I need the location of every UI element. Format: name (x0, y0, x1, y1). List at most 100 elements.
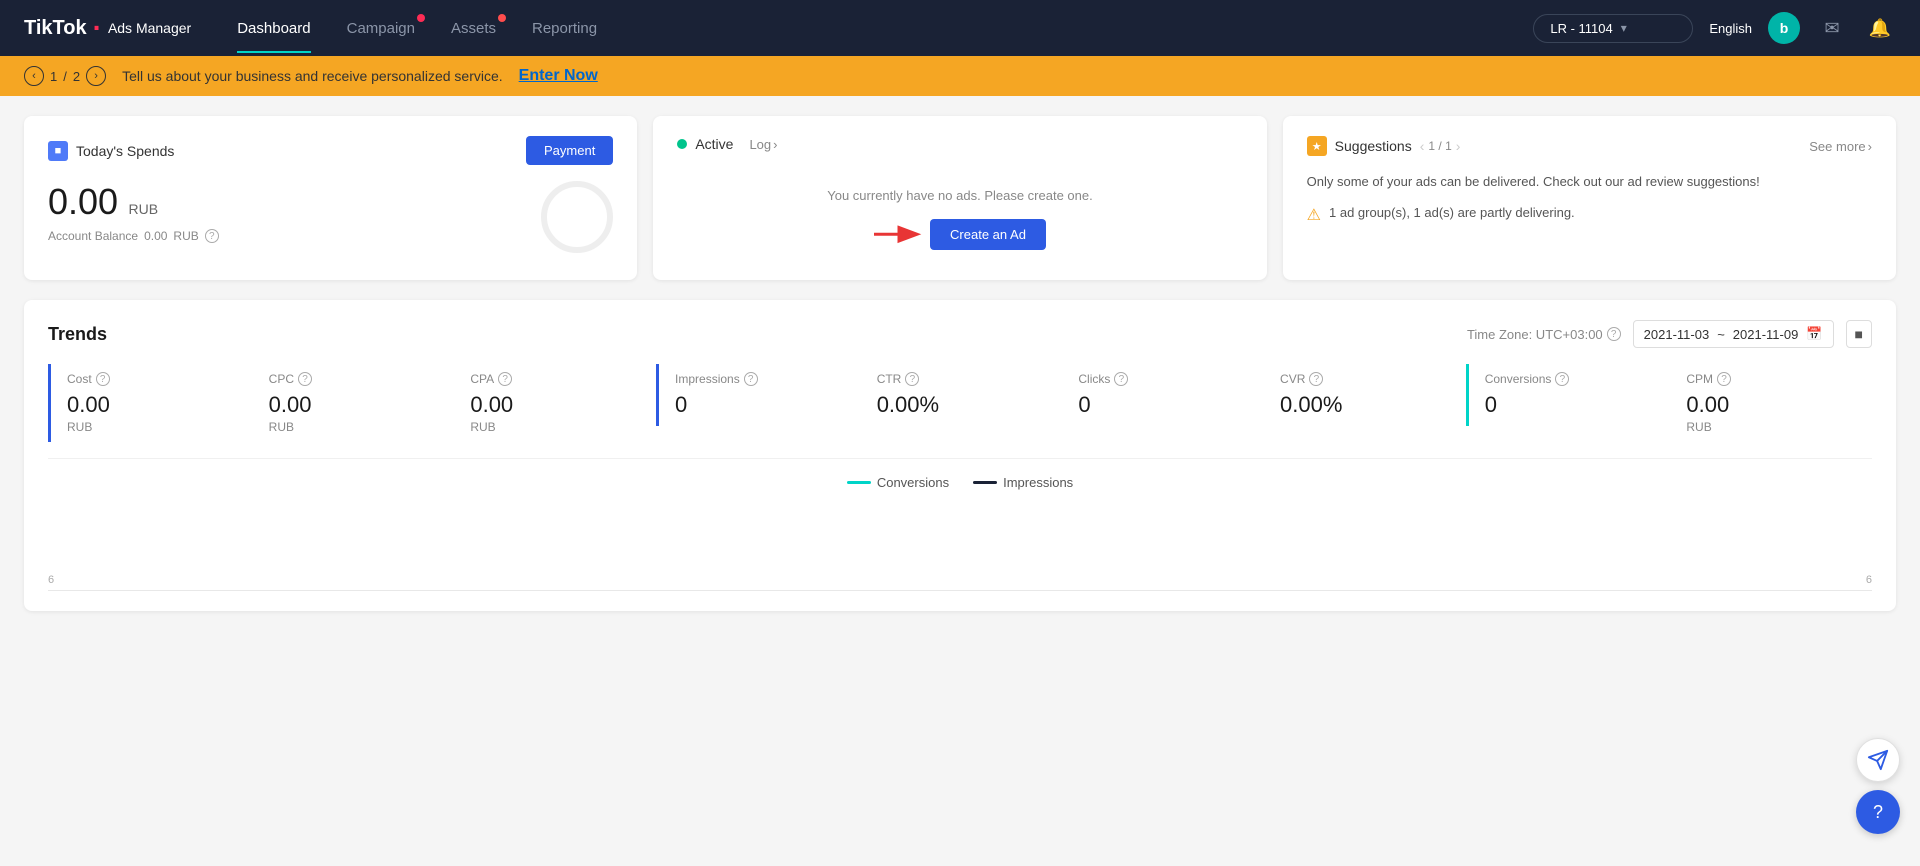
campaign-badge (417, 14, 425, 22)
suggestions-card: ★ Suggestions ‹ 1 / 1 › See more › Only … (1283, 116, 1896, 280)
trends-controls: Time Zone: UTC+03:00 ? 2021-11-03 ~ 2021… (1467, 320, 1872, 348)
metric-label: CTR ? (877, 372, 1047, 386)
metric-label: Impressions ? (675, 372, 845, 386)
log-link[interactable]: Log › (749, 137, 777, 152)
no-ads-message: You currently have no ads. Please create… (827, 188, 1092, 203)
banner-cta-link[interactable]: Enter Now (519, 67, 598, 85)
mail-icon[interactable]: ✉ (1816, 12, 1848, 44)
metric-label: CPC ? (269, 372, 439, 386)
metrics-row: Cost ? 0.00 RUB CPC ? 0.00 RUB CPA ? 0.0… (48, 364, 1872, 459)
chart-bottom-line (48, 590, 1872, 591)
spends-card-body: 0.00 RUB Account Balance 0.00 RUB ? (48, 181, 613, 253)
balance-label: Account Balance (48, 229, 138, 243)
suggestions-title-row: ★ Suggestions ‹ 1 / 1 › (1307, 136, 1461, 156)
active-status-row: Active Log › (677, 136, 777, 152)
trends-header: Trends Time Zone: UTC+03:00 ? 2021-11-03… (48, 320, 1872, 348)
account-balance-row: Account Balance 0.00 RUB ? (48, 229, 219, 243)
nav-item-reporting[interactable]: Reporting (518, 14, 611, 43)
metric-value: 0 (1078, 392, 1248, 418)
metric-value: 0.00% (877, 392, 1047, 418)
metric-cpm: CPM ? 0.00 RUB (1670, 364, 1872, 442)
promote-floating-button[interactable] (1856, 738, 1900, 782)
avatar[interactable]: b (1768, 12, 1800, 44)
trends-title: Trends (48, 324, 107, 345)
timezone-label: Time Zone: UTC+03:00 ? (1467, 327, 1621, 342)
metric-help-icon[interactable]: ? (1717, 372, 1731, 386)
nav-assets-label: Assets (451, 20, 496, 37)
metric-clicks: Clicks ? 0 (1062, 364, 1264, 426)
banner-page-separator: / (63, 69, 67, 84)
nav-item-dashboard[interactable]: Dashboard (223, 14, 324, 43)
date-to: 2021-11-09 (1733, 327, 1799, 342)
legend-impressions: Impressions (973, 475, 1073, 490)
date-range-picker[interactable]: 2021-11-03 ~ 2021-11-09 📅 (1633, 320, 1834, 348)
payment-button[interactable]: Payment (526, 136, 613, 165)
balance-help-icon[interactable]: ? (205, 229, 219, 243)
metric-unit: RUB (470, 420, 640, 434)
metric-value: 0 (675, 392, 845, 418)
metric-help-icon[interactable]: ? (1555, 372, 1569, 386)
banner-next-btn[interactable]: › (86, 66, 106, 86)
metric-unit: RUB (1686, 420, 1856, 434)
metric-value: 0 (1485, 392, 1655, 418)
banner-page-total: 2 (73, 69, 80, 84)
banner-message: Tell us about your business and receive … (122, 68, 503, 84)
metric-help-icon[interactable]: ? (744, 372, 758, 386)
metric-help-icon[interactable]: ? (905, 372, 919, 386)
brand-ads-text: Ads Manager (108, 20, 191, 36)
export-button[interactable]: ■ (1846, 320, 1872, 348)
metric-help-icon[interactable]: ? (1114, 372, 1128, 386)
account-chevron-icon: ▾ (1621, 21, 1627, 35)
legend-conversions-line (847, 481, 871, 484)
metric-value: 0.00 (67, 392, 237, 418)
main-content: ■ Today's Spends Payment 0.00 RUB Accoun… (0, 96, 1920, 631)
account-selector[interactable]: LR - 11104 ▾ (1533, 14, 1693, 43)
main-nav: Dashboard Campaign Assets Reporting (223, 14, 1501, 43)
active-ads-card: Active Log › You currently have no ads. … (653, 116, 1266, 280)
nav-item-assets[interactable]: Assets (437, 14, 510, 43)
spends-amount: 0.00 (48, 181, 118, 222)
create-ad-row: Create an Ad (874, 219, 1046, 250)
metric-help-icon[interactable]: ? (96, 372, 110, 386)
nav-campaign-label: Campaign (347, 20, 415, 37)
spends-donut-chart (541, 181, 613, 253)
metric-label: CPM ? (1686, 372, 1856, 386)
chart-legend: Conversions Impressions (48, 475, 1872, 490)
log-chevron-icon: › (773, 137, 777, 152)
warning-icon: ⚠ (1307, 205, 1321, 225)
metric-value: 0.00 (470, 392, 640, 418)
spends-card-header: ■ Today's Spends Payment (48, 136, 613, 165)
brand-logo: TikTok · Ads Manager (24, 14, 191, 42)
suggestions-next-icon[interactable]: › (1456, 138, 1461, 154)
metric-value: 0.00% (1280, 392, 1450, 418)
see-more-link[interactable]: See more › (1809, 139, 1872, 154)
metric-help-icon[interactable]: ? (498, 372, 512, 386)
metric-help-icon[interactable]: ? (298, 372, 312, 386)
nav-item-campaign[interactable]: Campaign (333, 14, 429, 43)
spends-amount-section: 0.00 RUB Account Balance 0.00 RUB ? (48, 181, 219, 243)
timezone-help-icon[interactable]: ? (1607, 327, 1621, 341)
banner-prev-btn[interactable]: ‹ (24, 66, 44, 86)
create-ad-button[interactable]: Create an Ad (930, 219, 1046, 250)
balance-value: 0.00 (144, 229, 167, 243)
metric-conversions: Conversions ? 0 (1466, 364, 1671, 426)
see-more-label: See more (1809, 139, 1865, 154)
metric-label: Clicks ? (1078, 372, 1248, 386)
metric-help-icon[interactable]: ? (1309, 372, 1323, 386)
red-arrow-icon (874, 223, 934, 246)
suggestions-header: ★ Suggestions ‹ 1 / 1 › See more › (1307, 136, 1872, 156)
warning-text: 1 ad group(s), 1 ad(s) are partly delive… (1329, 204, 1575, 222)
help-floating-button[interactable]: ? (1856, 790, 1900, 834)
announcement-banner: ‹ 1 / 2 › Tell us about your business an… (0, 56, 1920, 96)
banner-pagination: ‹ 1 / 2 › (24, 66, 106, 86)
metric-cpc: CPC ? 0.00 RUB (253, 364, 455, 442)
metric-value: 0.00 (1686, 392, 1856, 418)
bell-icon[interactable]: 🔔 (1864, 12, 1896, 44)
suggestions-icon: ★ (1307, 136, 1327, 156)
suggestions-prev-icon[interactable]: ‹ (1420, 138, 1425, 154)
spends-icon: ■ (48, 141, 68, 161)
language-selector[interactable]: English (1709, 21, 1752, 36)
metric-impressions: Impressions ? 0 (656, 364, 861, 426)
see-more-chevron-icon: › (1868, 139, 1872, 154)
active-card-header: Active Log › (677, 136, 1242, 152)
